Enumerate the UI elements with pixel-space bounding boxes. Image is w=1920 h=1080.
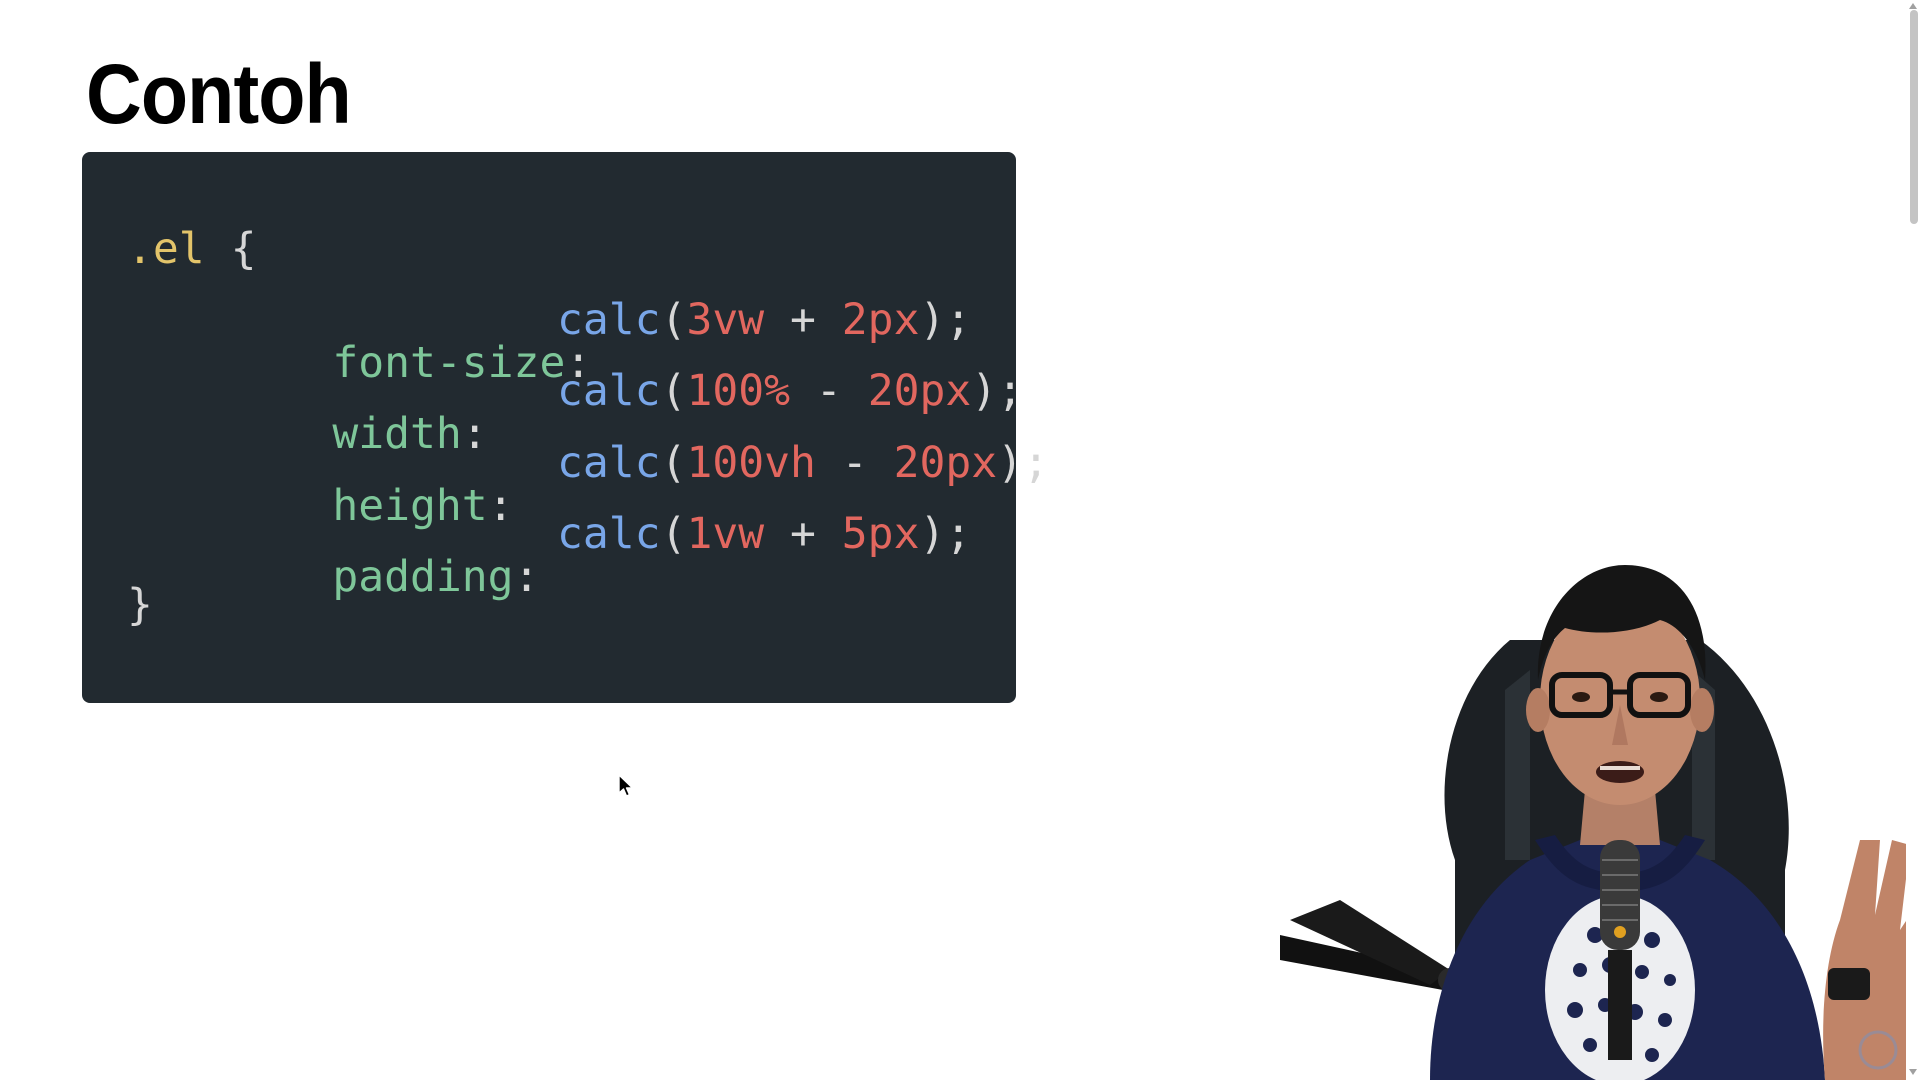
code-line-close: } bbox=[127, 584, 153, 627]
mouse-pointer-icon bbox=[618, 774, 634, 797]
scroll-up-icon[interactable] bbox=[1908, 2, 1918, 10]
operand-2: 20px bbox=[867, 366, 972, 416]
css-value: calc(3vw + 2px); bbox=[557, 299, 971, 342]
scroll-down-icon[interactable] bbox=[1908, 1068, 1918, 1076]
operator: - bbox=[815, 438, 894, 488]
operand-2: 5px bbox=[841, 509, 920, 559]
paren-open: ( bbox=[660, 366, 687, 416]
css-selector: .el bbox=[127, 224, 205, 274]
operand-1: 3vw bbox=[686, 295, 765, 345]
operand-1: 100vh bbox=[686, 438, 816, 488]
paren-open: ( bbox=[660, 509, 687, 559]
paren-close: ); bbox=[919, 295, 972, 345]
calc-function: calc bbox=[557, 366, 661, 416]
operand-2: 2px bbox=[841, 295, 920, 345]
code-block: .el { font-size: calc(3vw + 2px); width:… bbox=[82, 152, 1049, 797]
operator: - bbox=[790, 366, 868, 416]
paren-close: ); bbox=[997, 438, 1049, 488]
presenter-webcam-icon bbox=[1280, 565, 1920, 1080]
slide-title: Contoh bbox=[86, 47, 352, 141]
scrollbar-thumb[interactable] bbox=[1910, 10, 1918, 224]
paren-close: ); bbox=[971, 366, 1024, 416]
css-value: calc(100% - 20px); bbox=[557, 370, 1023, 413]
open-brace: { bbox=[230, 224, 257, 274]
code-line-padding: padding: calc(1vw + 5px); bbox=[177, 513, 971, 685]
calc-function: calc bbox=[557, 438, 661, 488]
operand-2: 20px bbox=[893, 438, 998, 488]
slide-page: Contoh .el { font-size: calc(3vw + 2px);… bbox=[0, 0, 1920, 1080]
calc-function: calc bbox=[557, 509, 661, 559]
css-value: calc(100vh - 20px); bbox=[557, 442, 1049, 485]
calc-function: calc bbox=[557, 295, 661, 345]
operand-1: 100% bbox=[686, 366, 791, 416]
paren-open: ( bbox=[660, 438, 687, 488]
css-value: calc(1vw + 5px); bbox=[557, 513, 971, 556]
vertical-scrollbar[interactable] bbox=[1906, 0, 1920, 1080]
code-line-selector: .el { bbox=[127, 228, 256, 271]
operator: + bbox=[764, 295, 842, 345]
operand-1: 1vw bbox=[686, 509, 765, 559]
close-brace: } bbox=[127, 580, 153, 630]
paren-open: ( bbox=[660, 295, 687, 345]
paren-close: ); bbox=[919, 509, 972, 559]
colon: : bbox=[513, 552, 540, 602]
operator: + bbox=[764, 509, 842, 559]
css-property: padding bbox=[332, 552, 514, 602]
